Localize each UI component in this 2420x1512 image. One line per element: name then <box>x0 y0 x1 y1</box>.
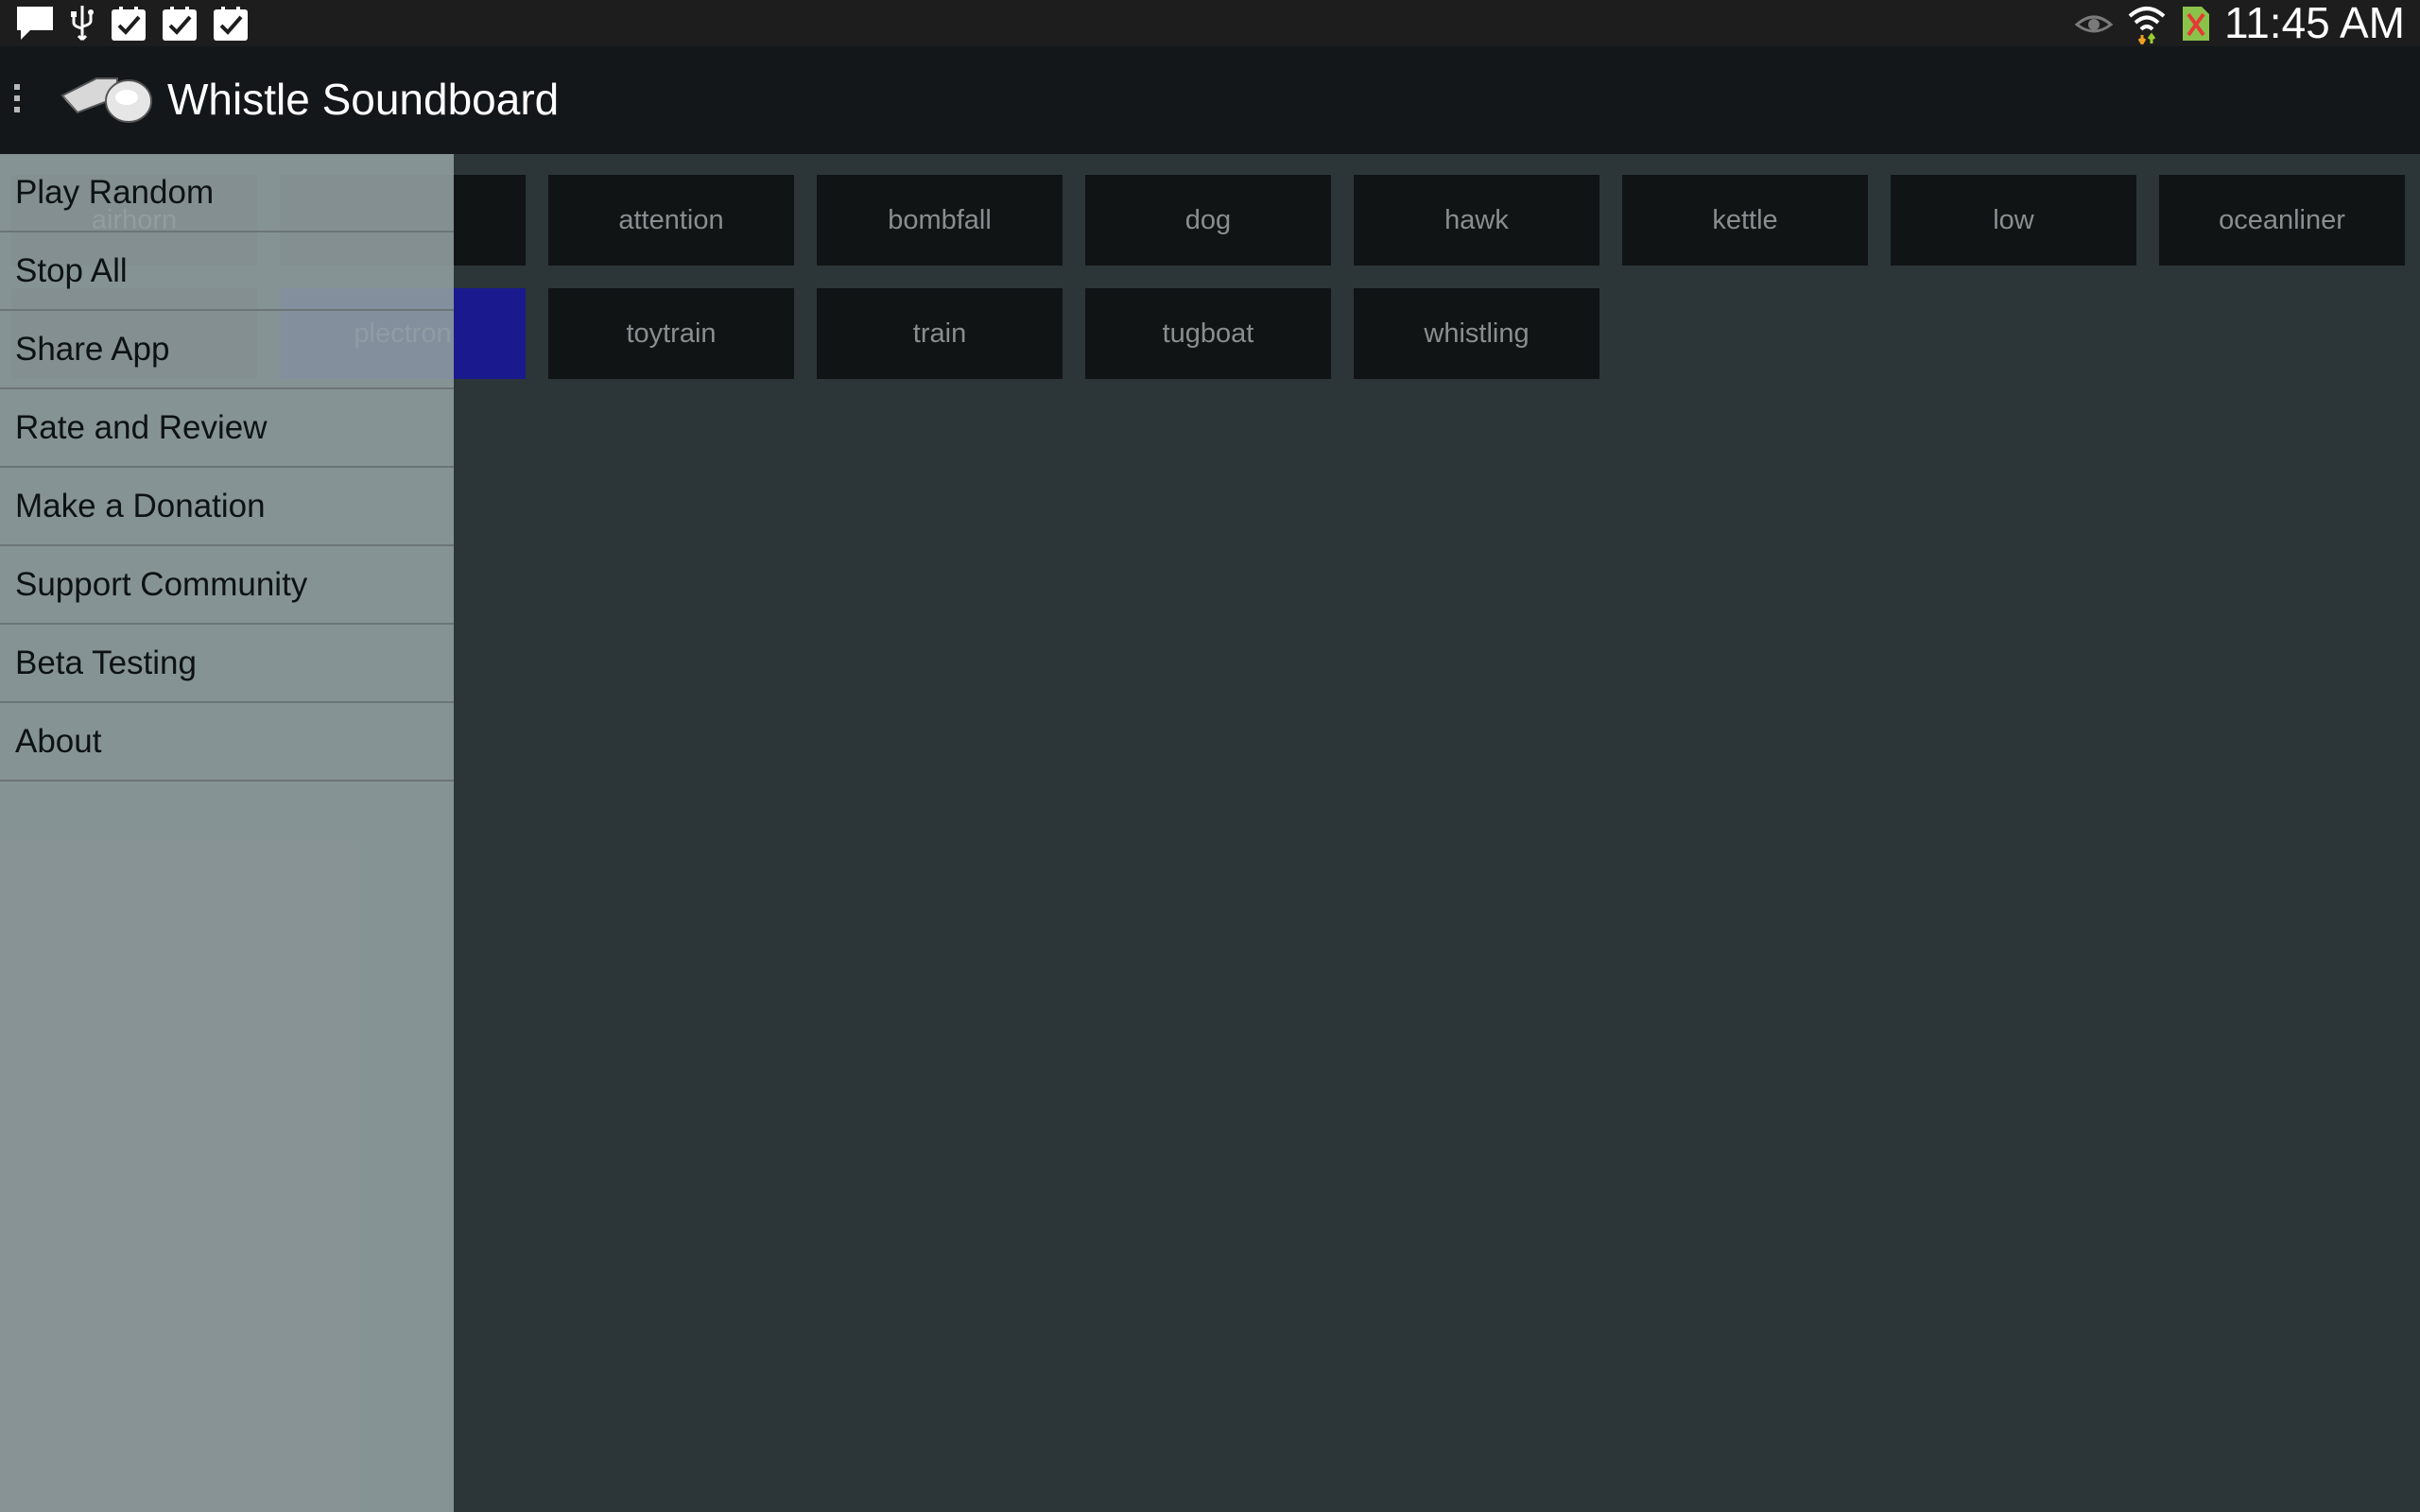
sound-button[interactable]: kettle <box>1622 175 1868 266</box>
sound-button[interactable]: toytrain <box>548 288 794 379</box>
navigation-drawer: Play Random Stop All Share App Rate and … <box>0 154 454 1512</box>
whistle-icon[interactable] <box>59 69 153 129</box>
drawer-item-play-random[interactable]: Play Random <box>0 154 454 232</box>
drawer-item-make-a-donation[interactable]: Make a Donation <box>0 468 454 546</box>
drawer-item-beta-testing[interactable]: Beta Testing <box>0 625 454 703</box>
drawer-item-share-app[interactable]: Share App <box>0 311 454 389</box>
system-icons: 11:45 AM <box>2075 0 2405 46</box>
usb-icon <box>71 6 94 42</box>
drawer-item-about[interactable]: About <box>0 703 454 782</box>
download-done-icon <box>214 7 248 41</box>
download-done-icon <box>112 7 146 41</box>
sound-button[interactable]: bombfall <box>817 175 1063 266</box>
app-title: Whistle Soundboard <box>167 75 560 124</box>
notification-icons <box>15 4 250 43</box>
sound-button[interactable]: attention <box>548 175 794 266</box>
no-sim-icon <box>2183 6 2210 41</box>
sound-button[interactable]: tugboat <box>1085 288 1331 379</box>
sound-button[interactable]: dog <box>1085 175 1331 266</box>
eye-icon <box>2075 15 2114 32</box>
wifi-icon <box>2128 6 2166 44</box>
action-bar: Whistle Soundboard <box>0 46 2420 154</box>
drawer-item-rate-and-review[interactable]: Rate and Review <box>0 389 454 468</box>
drawer-item-stop-all[interactable]: Stop All <box>0 232 454 311</box>
download-done-icon <box>163 7 197 41</box>
sound-button[interactable]: low <box>1891 175 2136 266</box>
sound-button[interactable]: oceanliner <box>2159 175 2405 266</box>
overflow-menu-icon[interactable] <box>12 84 22 118</box>
status-bar: 11:45 AM <box>0 0 2420 46</box>
sound-button[interactable]: train <box>817 288 1063 379</box>
drawer-item-support-community[interactable]: Support Community <box>0 546 454 625</box>
sound-button[interactable]: whistling <box>1354 288 1599 379</box>
clock: 11:45 AM <box>2224 0 2405 47</box>
chat-bubble-icon <box>17 7 53 40</box>
sound-button[interactable]: hawk <box>1354 175 1599 266</box>
